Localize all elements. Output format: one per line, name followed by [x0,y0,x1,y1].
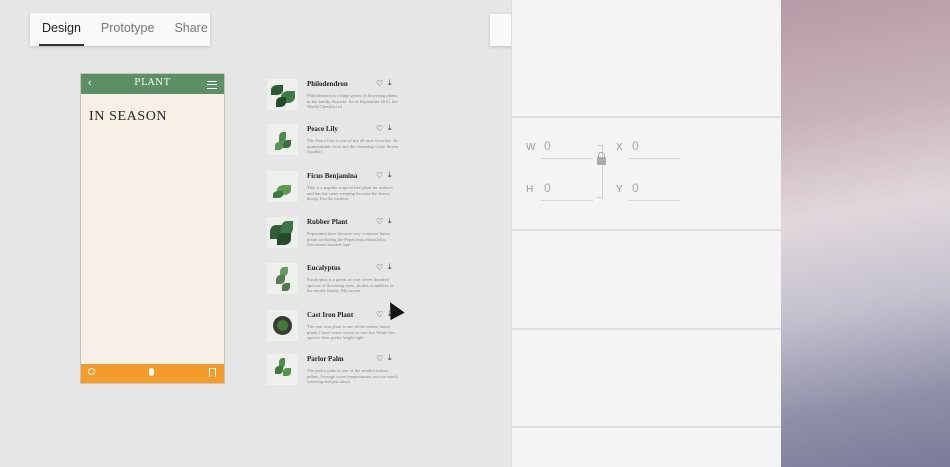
heart-icon[interactable]: ♡ [376,80,383,88]
plant-name: Ficus Benjamina [307,172,358,180]
plant-thumbnail [267,79,298,110]
list-item[interactable]: Cast Iron Plant The cast iron plant is o… [267,310,399,344]
download-icon[interactable]: ⤓ [388,263,392,271]
mode-tabs: Design Prototype Share [30,13,210,46]
plant-name: Cast Iron Plant [307,311,354,319]
download-icon[interactable]: ⤓ [388,79,392,87]
list-item[interactable]: Ficus Benjamina This is a popular tropic… [267,171,399,205]
plant-thumbnail [267,217,298,248]
height-underline [541,200,593,201]
download-icon[interactable]: ⤓ [388,217,392,225]
plant-name: Philodendron [307,80,348,88]
plant-desc: Eucalyptus is a genus of over seven hund… [307,277,394,294]
width-underline [541,158,593,159]
inspector-panel [511,0,782,467]
download-icon[interactable]: ⤓ [388,171,392,179]
plant-desc: The cast iron plant is one of the easies… [307,324,396,341]
plant-name: Rubber Plant [307,218,348,226]
plant-thumbnail [267,310,298,341]
lock-icon[interactable] [597,152,606,165]
list-item[interactable]: Eucalyptus Eucalyptus is a genus of over… [267,263,399,297]
season-heading: IN SEASON [89,109,168,124]
tab-design[interactable]: Design [39,13,84,46]
heart-icon[interactable]: ♡ [376,264,383,272]
divider [512,328,782,330]
y-underline [628,200,680,201]
phone-header: ‹ PLANT [81,74,224,94]
list-item[interactable]: Parlor Palm The parlor palm is one of th… [267,354,399,388]
plant-thumbnail [267,171,298,202]
heart-icon[interactable]: ♡ [376,355,383,363]
tab-share[interactable]: Share [174,13,207,46]
plant-desc: The Peace Lily is one of my all time fav… [307,138,399,155]
x-label: X [616,142,623,153]
menu-icon[interactable] [207,81,217,89]
heart-icon[interactable]: ♡ [376,218,383,226]
download-icon[interactable]: ⤓ [388,124,392,132]
plant-name: Eucalyptus [307,264,341,272]
list-item[interactable]: Philodendron Philodendron is a large gen… [267,79,399,113]
plant-name: Peace Lily [307,125,338,133]
width-label: W [526,142,536,153]
search-icon[interactable] [88,368,95,375]
phone-title: PLANT [134,78,171,88]
bookmark-icon[interactable] [209,368,216,377]
plant-desc: The parlor palm is one of the smaller in… [307,368,398,385]
height-label: H [526,184,534,195]
y-label: Y [616,184,623,195]
x-input[interactable]: 0 [632,139,639,153]
plant-thumbnail [267,354,298,385]
plant-desc: Peperomia have become very common house … [307,231,391,248]
divider [512,116,782,118]
artboard-phone[interactable]: ‹ PLANT IN SEASON [80,73,225,384]
design-canvas[interactable]: Design Prototype Share ‹ PLANT IN SEASON [0,0,610,467]
plant-name: Parlor Palm [307,355,344,363]
phone-footer [81,364,224,383]
list-item[interactable]: Peace Lily The Peace Lily is one of my a… [267,124,399,158]
y-input[interactable]: 0 [632,181,639,195]
width-input[interactable]: 0 [544,139,551,153]
download-icon[interactable]: ⤓ [388,354,392,362]
x-underline [628,158,680,159]
tab-prototype[interactable]: Prototype [101,13,155,46]
list-item[interactable]: Rubber Plant Peperomia have become very … [267,217,399,251]
plant-thumbnail [267,124,298,155]
mic-icon[interactable] [149,368,154,376]
desktop-background [781,0,950,467]
divider [512,426,782,428]
heart-icon[interactable]: ♡ [376,125,383,133]
plant-desc: This is a popular tropical tree plant fo… [307,185,393,202]
plant-thumbnail [267,263,298,294]
height-input[interactable]: 0 [544,181,551,195]
divider [512,229,782,231]
heart-icon[interactable]: ♡ [376,172,383,180]
plant-desc: Philodendron is a large genus of floweri… [307,93,398,110]
heart-icon[interactable]: ♡ [376,311,383,319]
